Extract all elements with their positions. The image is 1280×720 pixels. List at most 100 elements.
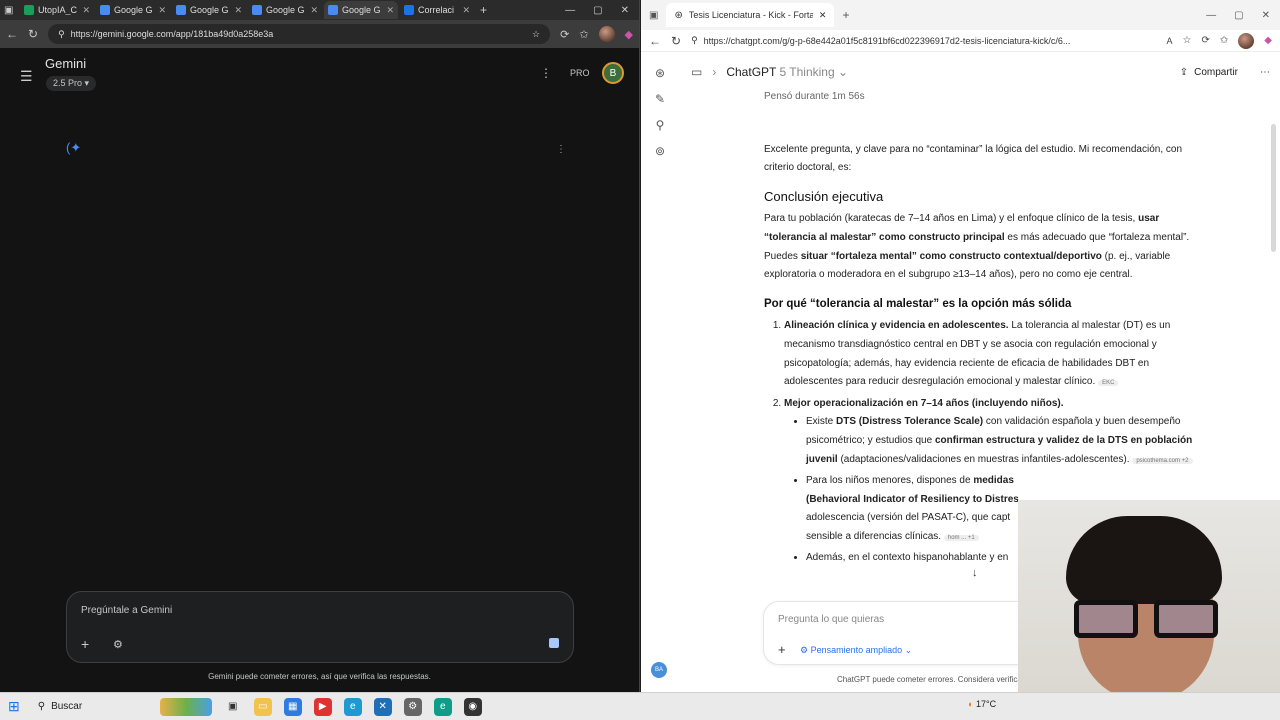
chatgpt-logo-icon[interactable]: ⊛ bbox=[655, 66, 665, 80]
star-icon[interactable]: ☆ bbox=[532, 29, 540, 40]
weather-widget[interactable]: ◐ 17°C bbox=[968, 699, 996, 709]
tab-actions-icon[interactable]: ▣ bbox=[4, 5, 18, 16]
close-window-icon[interactable]: ✕ bbox=[621, 5, 629, 16]
tab-utopia[interactable]: UtopIA_C ✕ bbox=[20, 1, 94, 19]
close-icon[interactable]: ✕ bbox=[819, 10, 827, 21]
edge-icon[interactable]: e bbox=[343, 697, 362, 716]
edge-dev-icon[interactable]: e bbox=[433, 697, 452, 716]
thinking-mode-pill[interactable]: ⚙ Pensamiento ampliado ⌄ bbox=[800, 645, 912, 656]
share-button[interactable]: ⇪ Compartir ⋯ bbox=[1180, 67, 1270, 78]
tab-label: Google G bbox=[190, 5, 229, 15]
close-icon[interactable]: ✕ bbox=[82, 5, 90, 16]
more-options-icon[interactable]: ⋮ bbox=[540, 66, 552, 80]
obs-icon[interactable]: ◉ bbox=[463, 697, 482, 716]
close-icon[interactable]: ✕ bbox=[234, 5, 242, 16]
tools-icon[interactable]: ⚙ bbox=[113, 638, 123, 651]
menu-icon[interactable]: ☰ bbox=[20, 68, 33, 85]
sync-icon[interactable]: ⟳ bbox=[560, 28, 569, 41]
settings-icon[interactable]: ⚙ bbox=[403, 697, 422, 716]
sync-icon[interactable]: ⟳ bbox=[1202, 35, 1210, 46]
read-aloud-icon[interactable]: A bbox=[1167, 36, 1173, 46]
app-title: Gemini bbox=[45, 56, 87, 71]
maximize-icon[interactable]: ▢ bbox=[593, 5, 602, 16]
tab-actions-icon[interactable]: ▣ bbox=[649, 10, 658, 21]
favorites-icon[interactable]: ✩ bbox=[579, 28, 588, 41]
vscode-icon[interactable]: ✕ bbox=[373, 697, 392, 716]
source-chip[interactable]: EKC bbox=[1098, 380, 1119, 387]
task-view-icon[interactable]: ▣ bbox=[224, 698, 242, 716]
add-icon[interactable]: + bbox=[81, 636, 89, 652]
model-selector[interactable]: ChatGPT 5 Thinking ⌄ bbox=[726, 65, 848, 79]
user-avatar[interactable]: BA bbox=[651, 662, 667, 678]
tab-label: Correlaci bbox=[418, 5, 455, 15]
profile-avatar[interactable] bbox=[598, 26, 615, 42]
app-red-icon[interactable]: ▶ bbox=[313, 697, 332, 716]
star-icon[interactable]: ☆ bbox=[1183, 35, 1192, 46]
site-info-icon[interactable]: ⚲ bbox=[691, 35, 698, 46]
account-avatar[interactable]: B bbox=[602, 62, 624, 84]
tab-label: Google G bbox=[266, 5, 305, 15]
prompt-input[interactable]: Pregúntale a Gemini bbox=[81, 605, 172, 616]
tab-google-2[interactable]: Google G ✕ bbox=[172, 1, 246, 19]
model-selector[interactable]: 2.5 Pro ▾ bbox=[46, 76, 97, 91]
folder-icon[interactable]: ▭ bbox=[691, 65, 702, 79]
library-icon[interactable]: ⊚ bbox=[655, 144, 665, 158]
minimize-icon[interactable]: — bbox=[565, 5, 575, 16]
tab-google-3[interactable]: Google G ✕ bbox=[248, 1, 322, 19]
share-label: Compartir bbox=[1194, 66, 1238, 78]
address-bar: ← ↻ ⚲ https://chatgpt.com/g/g-p-68e442a01… bbox=[641, 30, 1280, 52]
chat-input[interactable]: Pregunta lo que quieras bbox=[778, 614, 884, 625]
webcam-glasses bbox=[1068, 600, 1224, 638]
thinking-summary[interactable]: Pensó durante 1m 56s bbox=[764, 88, 1194, 107]
file-explorer-icon[interactable]: ▭ bbox=[253, 697, 272, 716]
reload-icon[interactable]: ↻ bbox=[671, 34, 681, 48]
source-chip[interactable]: psicothema.com +2 bbox=[1132, 457, 1193, 464]
tab-correlacion[interactable]: Correlaci ✕ bbox=[400, 1, 474, 19]
tab-tesis[interactable]: ⊛ Tesis Licenciatura - Kick - Fortalez ✕ bbox=[666, 3, 835, 27]
profile-avatar[interactable] bbox=[1238, 32, 1255, 49]
source-chip[interactable]: hom ... +1 bbox=[943, 534, 979, 541]
scrollbar[interactable] bbox=[1271, 124, 1276, 252]
new-tab-icon[interactable]: + bbox=[480, 3, 487, 17]
close-icon[interactable]: ✕ bbox=[462, 5, 470, 16]
maximize-icon[interactable]: ▢ bbox=[1234, 10, 1243, 21]
url-text: https://chatgpt.com/g/g-p-68e442a01f5c81… bbox=[703, 35, 1071, 46]
close-window-icon[interactable]: ✕ bbox=[1262, 10, 1270, 21]
add-icon[interactable]: + bbox=[778, 642, 786, 657]
scroll-down-icon[interactable]: ↓ bbox=[972, 567, 978, 579]
webcam-hair bbox=[1066, 516, 1222, 604]
back-icon[interactable]: ← bbox=[649, 34, 661, 48]
close-icon[interactable]: ✕ bbox=[158, 5, 166, 16]
copilot-icon[interactable]: ◆ bbox=[625, 28, 633, 41]
search-icon[interactable]: ⚲ bbox=[656, 118, 665, 132]
minimize-icon[interactable]: — bbox=[1206, 10, 1216, 21]
new-chat-icon[interactable]: ✎ bbox=[655, 92, 665, 106]
site-info-icon[interactable]: ⚲ bbox=[58, 29, 65, 40]
chatgpt-favicon-icon: ⊛ bbox=[674, 9, 683, 21]
tab-google-active[interactable]: Google G ✕ bbox=[324, 1, 398, 19]
heading-conclusion: Conclusión ejecutiva bbox=[764, 188, 884, 204]
close-icon[interactable]: ✕ bbox=[310, 5, 318, 16]
tab-label: Google G bbox=[114, 5, 153, 15]
store-icon[interactable]: ▦ bbox=[283, 697, 302, 716]
url-field[interactable]: ⚲ https://gemini.google.com/app/181ba49d0… bbox=[48, 24, 551, 44]
copilot-icon[interactable]: ◆ bbox=[1264, 35, 1272, 46]
url-field[interactable]: ⚲ https://chatgpt.com/g/g-p-68e442a01f5c8… bbox=[691, 35, 1156, 46]
text-span: sensible a diferencias clínicas. bbox=[806, 530, 942, 542]
favorites-icon[interactable]: ✩ bbox=[1220, 35, 1228, 46]
close-icon[interactable]: ✕ bbox=[386, 5, 394, 16]
back-icon[interactable]: ← bbox=[6, 27, 18, 41]
tab-label: UtopIA_C bbox=[38, 5, 78, 15]
reload-icon[interactable]: ↻ bbox=[28, 27, 38, 41]
new-tab-icon[interactable]: + bbox=[842, 8, 849, 22]
tab-google-1[interactable]: Google G ✕ bbox=[96, 1, 170, 19]
tab-label: Tesis Licenciatura - Kick - Fortalez bbox=[688, 10, 813, 20]
windows-start-icon[interactable]: ⊞ bbox=[8, 698, 20, 715]
taskbar-search[interactable]: ⚲ Buscar bbox=[32, 696, 212, 718]
response-options-icon[interactable]: ⋮ bbox=[556, 144, 566, 155]
chat-header: ▭ › ChatGPT 5 Thinking ⌄ ⇪ Compartir ⋯ bbox=[691, 62, 1270, 82]
prompt-box: Pregúntale a Gemini + ⚙ bbox=[66, 591, 574, 663]
more-icon[interactable]: ⋯ bbox=[1260, 67, 1270, 78]
stop-button[interactable] bbox=[549, 638, 559, 648]
search-highlight-image bbox=[159, 697, 212, 716]
